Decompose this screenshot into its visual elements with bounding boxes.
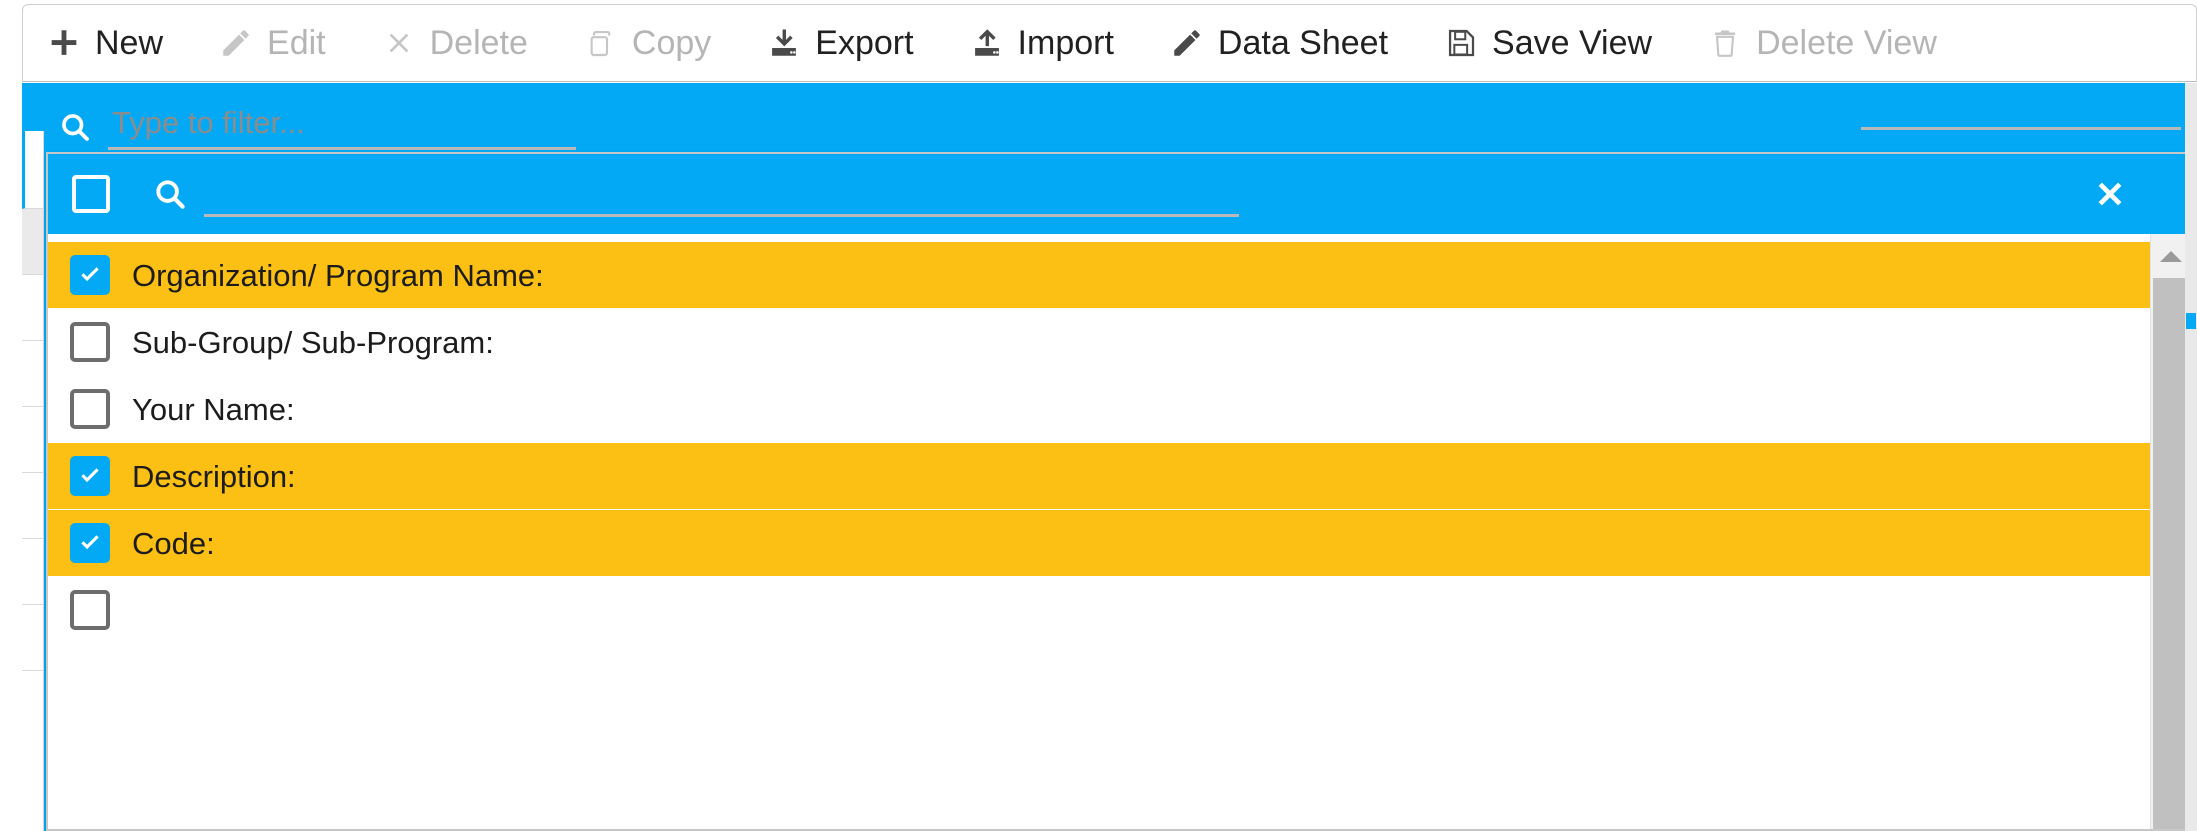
select-all-checkbox[interactable] (72, 175, 110, 213)
search-icon (152, 176, 188, 212)
list-item[interactable]: Organization/ Program Name: (48, 242, 2150, 308)
download-icon (767, 26, 801, 60)
grid-row (22, 209, 43, 275)
export-button[interactable]: Export (767, 5, 941, 81)
column-list: Organization/ Program Name: Sub-Group/ S… (48, 234, 2150, 829)
main-toolbar: New Edit Delete Copy (22, 4, 2197, 82)
column-checkbox[interactable] (70, 456, 110, 496)
delete-view-button-label: Delete View (1756, 26, 1937, 60)
column-search-input[interactable] (204, 172, 1239, 217)
save-view-button[interactable]: Save View (1444, 5, 1680, 81)
column-label: Organization/ Program Name: (132, 260, 544, 291)
underlying-grid-sliver (22, 131, 44, 831)
save-view-button-label: Save View (1492, 26, 1652, 60)
column-label: Code: (132, 528, 215, 559)
column-label: Sub-Group/ Sub-Program: (132, 327, 494, 358)
column-checkbox[interactable] (70, 523, 110, 563)
copy-icon (584, 26, 618, 60)
page-scrollbar-thumb[interactable] (2186, 313, 2196, 329)
delete-button-label: Delete (430, 26, 528, 60)
copy-button-label: Copy (632, 26, 711, 60)
column-checkbox[interactable] (70, 389, 110, 429)
list-item[interactable]: Description: (48, 443, 2150, 509)
list-item[interactable]: Code: (48, 510, 2150, 576)
list-item[interactable]: Your Name: (48, 376, 2150, 442)
column-checkbox[interactable] (70, 590, 110, 630)
new-button-label: New (95, 26, 163, 60)
x-mark-icon (382, 26, 416, 60)
column-chooser-body: Organization/ Program Name: Sub-Group/ S… (48, 234, 2190, 829)
edit-button[interactable]: Edit (219, 5, 354, 81)
grid-row (22, 131, 43, 209)
column-chooser-panel: Organization/ Program Name: Sub-Group/ S… (46, 152, 2192, 831)
search-icon (58, 110, 92, 144)
column-checkbox[interactable] (70, 322, 110, 362)
pencil-icon (219, 26, 253, 60)
filter-search-group (58, 105, 576, 150)
list-item[interactable]: Sub-Group/ Sub-Program: (48, 309, 2150, 375)
import-button[interactable]: Import (970, 5, 1142, 81)
column-chooser-header (48, 154, 2190, 234)
grid-row (22, 341, 43, 407)
delete-button[interactable]: Delete (382, 5, 556, 81)
column-checkbox[interactable] (70, 255, 110, 295)
pencil-icon (1170, 26, 1204, 60)
column-label: Your Name: (132, 394, 295, 425)
upload-icon (970, 26, 1004, 60)
scrollbar-thumb[interactable] (2153, 278, 2189, 829)
column-label: Description: (132, 461, 296, 492)
edit-button-label: Edit (267, 26, 326, 60)
plus-icon (47, 26, 81, 60)
delete-view-button[interactable]: Delete View (1708, 5, 1965, 81)
new-button[interactable]: New (47, 5, 191, 81)
trash-icon (1708, 26, 1742, 60)
list-scrollbar[interactable] (2150, 234, 2190, 829)
grid-row (22, 605, 43, 671)
grid-row (22, 539, 43, 605)
export-button-label: Export (815, 26, 913, 60)
list-item[interactable] (48, 577, 2150, 643)
copy-button[interactable]: Copy (584, 5, 739, 81)
grid-row (22, 473, 43, 539)
data-sheet-button[interactable]: Data Sheet (1170, 5, 1416, 81)
grid-row (22, 407, 43, 473)
floppy-disk-icon (1444, 26, 1478, 60)
filter-search-input[interactable] (108, 105, 576, 150)
app-root: New Edit Delete Copy (0, 0, 2197, 831)
secondary-filter-input[interactable] (1861, 127, 2181, 130)
page-scrollbar[interactable] (2185, 83, 2197, 831)
import-button-label: Import (1018, 26, 1114, 60)
grid-row (22, 275, 43, 341)
data-sheet-button-label: Data Sheet (1218, 26, 1388, 60)
close-icon[interactable] (2090, 174, 2130, 214)
